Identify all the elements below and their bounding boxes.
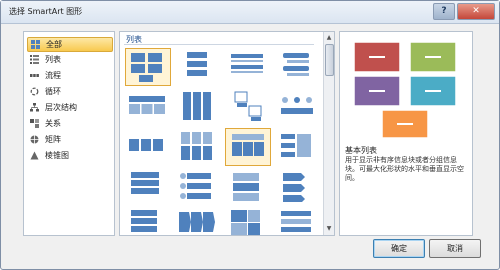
layout-segmented[interactable] xyxy=(125,128,169,164)
layout-gallery: 列表 ▲ ▼ xyxy=(119,31,335,236)
category-relationship[interactable]: 关系 xyxy=(27,117,111,130)
category-label: 关系 xyxy=(45,119,61,128)
layout-basic-list[interactable] xyxy=(125,48,171,86)
category-label: 全部 xyxy=(46,40,62,49)
layout-grouped-list[interactable] xyxy=(175,128,219,164)
layout-trapezoid-list[interactable] xyxy=(175,168,219,204)
category-label: 流程 xyxy=(45,71,61,80)
layout-target-list[interactable] xyxy=(275,128,319,164)
scroll-down-icon[interactable]: ▼ xyxy=(325,225,333,233)
layout-stacked-list[interactable] xyxy=(175,48,219,84)
all-icon xyxy=(31,40,40,49)
layout-preview xyxy=(353,41,457,139)
category-list-item[interactable]: 列表 xyxy=(27,53,111,66)
layout-title: 基本列表 xyxy=(345,146,377,155)
divider xyxy=(124,44,314,45)
category-matrix[interactable]: 矩阵 xyxy=(27,133,111,146)
layout-circle-list[interactable] xyxy=(275,88,319,124)
category-all[interactable]: 全部 xyxy=(27,37,113,52)
layout-tab-list[interactable] xyxy=(225,168,269,204)
category-label: 列表 xyxy=(45,55,61,64)
category-label: 棱锥图 xyxy=(45,151,69,160)
dialog-title: 选择 SmartArt 图形 xyxy=(9,7,83,16)
matrix-icon xyxy=(30,135,39,144)
category-label: 循环 xyxy=(45,87,61,96)
category-pyramid[interactable]: 棱锥图 xyxy=(27,149,111,162)
category-label: 矩阵 xyxy=(45,135,61,144)
category-hierarchy[interactable]: 层次结构 xyxy=(27,101,111,114)
smartart-dialog: 选择 SmartArt 图形 ? ✕ 全部 列表 流程 循环 层次结构 关系 矩… xyxy=(0,0,500,270)
help-icon[interactable]: ? xyxy=(433,3,455,20)
layout-stripe-list[interactable] xyxy=(275,206,319,235)
layout-arrow-list[interactable] xyxy=(175,206,219,235)
layout-vertical-bullets[interactable] xyxy=(275,48,319,84)
scroll-up-icon[interactable]: ▲ xyxy=(325,34,333,42)
category-process[interactable]: 流程 xyxy=(27,69,111,82)
layout-matrix-list[interactable] xyxy=(225,206,269,235)
ok-button[interactable]: 确定 xyxy=(373,239,425,258)
pyramid-icon xyxy=(30,151,39,160)
close-icon[interactable]: ✕ xyxy=(457,3,495,20)
layout-picture-list[interactable] xyxy=(225,88,269,124)
cycle-icon xyxy=(30,87,39,96)
layout-block-list[interactable] xyxy=(225,128,271,166)
hierarchy-icon xyxy=(30,103,39,112)
scroll-thumb[interactable] xyxy=(325,44,334,76)
process-icon xyxy=(30,74,39,77)
layout-vertical-boxes[interactable] xyxy=(175,88,219,124)
list-icon xyxy=(30,55,39,64)
cancel-button[interactable]: 取消 xyxy=(429,239,481,258)
layout-lined-list[interactable] xyxy=(125,168,169,204)
category-label: 层次结构 xyxy=(45,103,77,112)
layout-description: 用于显示非有序信息块或者分组信息块。可最大化形状的水平和垂直显示空间。 xyxy=(345,156,464,182)
layout-vertical-block[interactable] xyxy=(125,206,169,235)
category-cycle[interactable]: 循环 xyxy=(27,85,111,98)
preview-panel: 基本列表 用于显示非有序信息块或者分组信息块。可最大化形状的水平和垂直显示空间。 xyxy=(339,31,473,236)
layout-horizontal-bullets[interactable] xyxy=(225,48,269,84)
gallery-scrollbar[interactable]: ▲ ▼ xyxy=(323,32,334,235)
layout-table-list[interactable] xyxy=(125,88,169,124)
relationship-icon xyxy=(30,119,39,128)
title-bar: 选择 SmartArt 图形 ? ✕ xyxy=(1,1,499,24)
category-list: 全部 列表 流程 循环 层次结构 关系 矩阵 棱锥图 xyxy=(23,31,115,236)
layout-chevron-list[interactable] xyxy=(275,168,319,204)
